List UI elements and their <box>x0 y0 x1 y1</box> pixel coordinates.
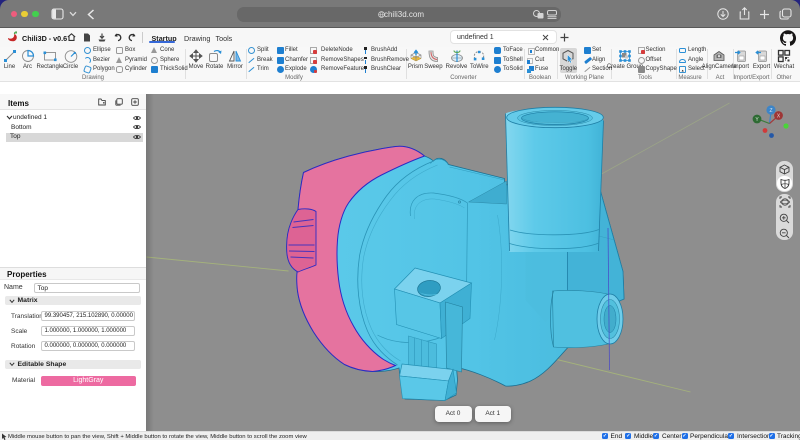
svg-text:Z: Z <box>769 108 772 114</box>
